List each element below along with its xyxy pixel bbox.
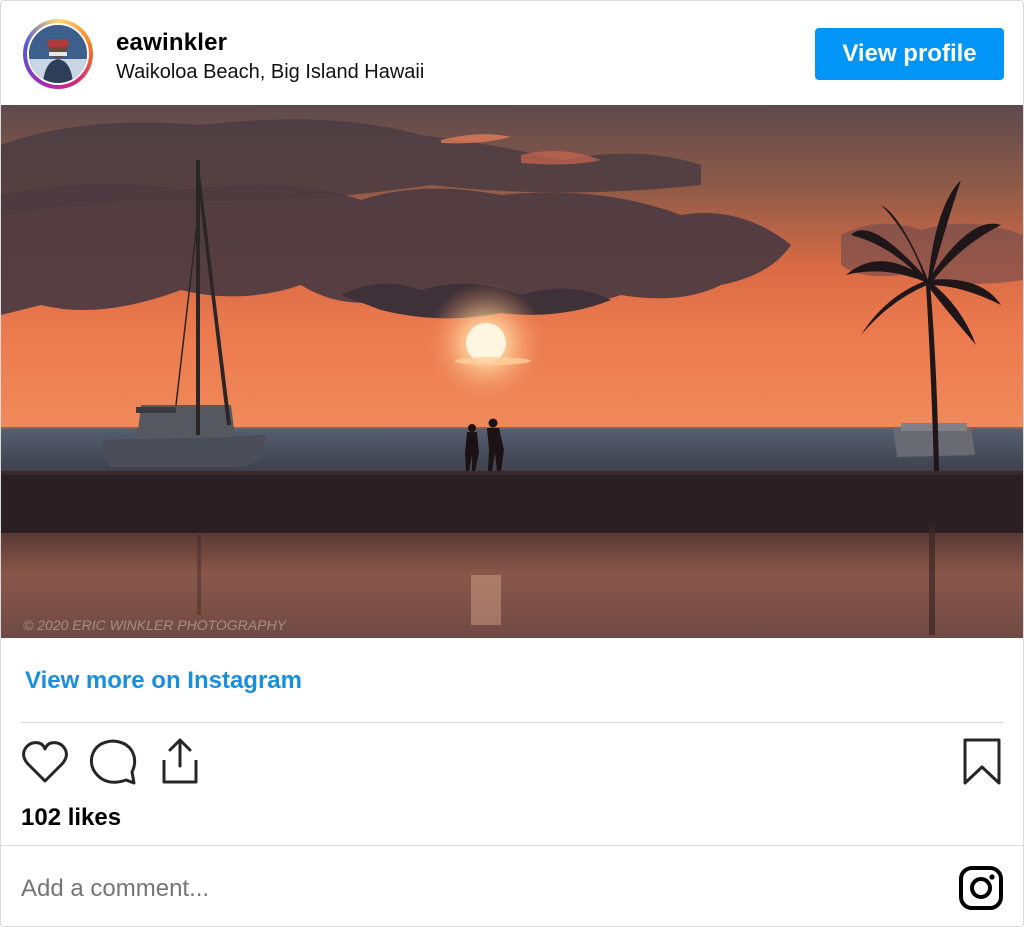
bookmark-icon[interactable] <box>961 737 1003 787</box>
location-link[interactable]: Waikoloa Beach, Big Island Hawaii <box>116 61 424 84</box>
post-header: eawinkler Waikoloa Beach, Big Island Haw… <box>1 1 1023 105</box>
sunset-photo-image <box>1 105 1023 638</box>
avatar-ring[interactable] <box>23 19 93 89</box>
view-profile-button[interactable]: View profile <box>815 28 1004 80</box>
avatar[interactable] <box>27 23 89 85</box>
post-photo[interactable]: © 2020 ERIC WINKLER PHOTOGRAPHY <box>1 105 1023 638</box>
divider <box>1 845 1023 846</box>
share-icon[interactable] <box>156 736 204 786</box>
likes-count[interactable]: 102 likes <box>21 804 121 832</box>
instagram-embed-card: eawinkler Waikoloa Beach, Big Island Haw… <box>0 0 1024 927</box>
heart-icon[interactable] <box>21 739 69 785</box>
username[interactable]: eawinkler <box>116 29 227 57</box>
instagram-icon[interactable] <box>958 865 1004 911</box>
comment-icon[interactable] <box>88 738 138 786</box>
photo-watermark: © 2020 ERIC WINKLER PHOTOGRAPHY <box>23 617 286 633</box>
comment-input[interactable] <box>21 871 921 907</box>
profile-avatar-icon <box>29 25 87 83</box>
divider <box>21 722 1004 723</box>
view-more-link[interactable]: View more on Instagram <box>25 667 302 695</box>
